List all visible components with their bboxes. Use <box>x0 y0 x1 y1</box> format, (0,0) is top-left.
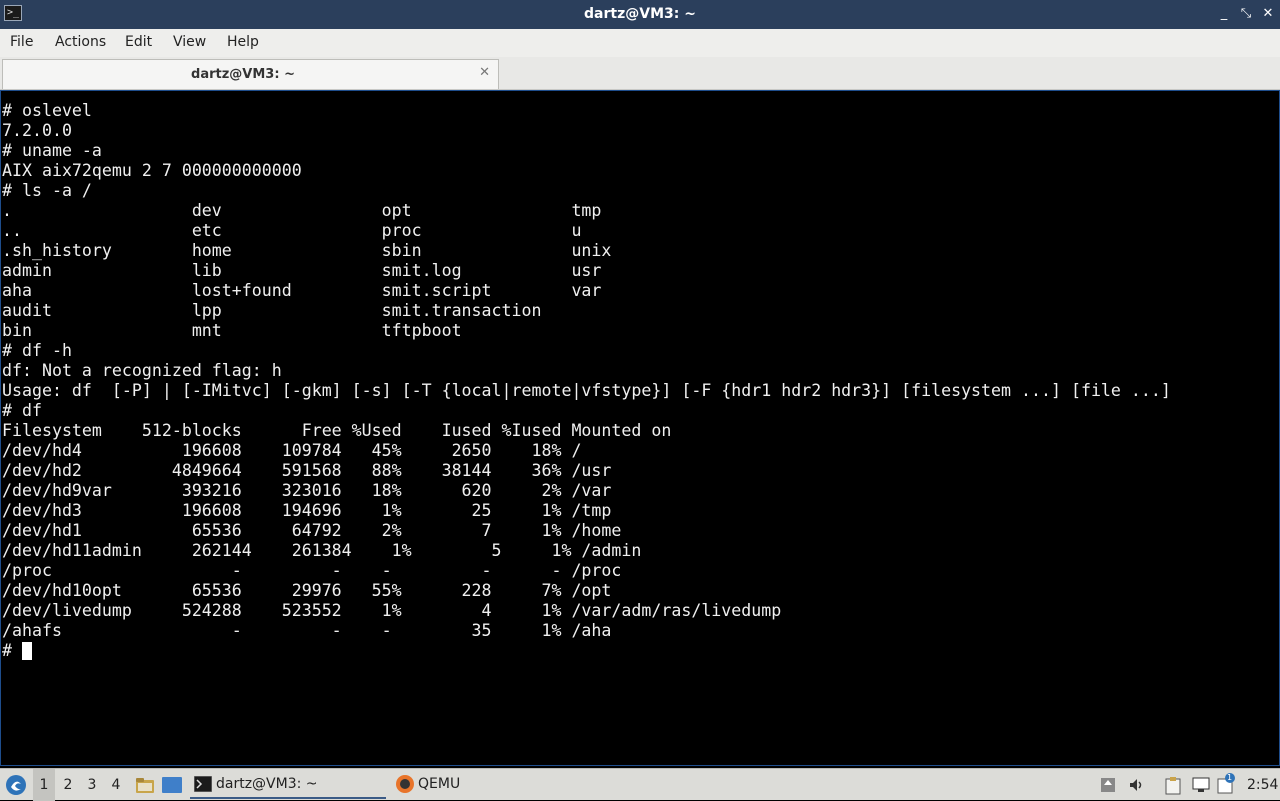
tab-terminal[interactable]: dartz@VM3: ~ ✕ <box>2 59 499 89</box>
menu-bar: File Actions Edit View Help <box>0 29 1280 57</box>
workspace-2[interactable]: 2 <box>57 769 79 801</box>
restore-button[interactable]: ⤡ <box>1236 4 1256 24</box>
terminal-cursor <box>22 642 32 660</box>
window-title: dartz@VM3: ~ <box>584 6 696 22</box>
taskbar-task-terminal[interactable]: dartz@VM3: ~ <box>190 771 386 799</box>
workspace-3[interactable]: 3 <box>81 769 103 801</box>
menu-actions[interactable]: Actions <box>55 34 106 50</box>
terminal-icon <box>194 776 212 792</box>
folder-icon <box>136 778 154 793</box>
network-icon[interactable] <box>1192 777 1210 797</box>
tab-close-icon[interactable]: ✕ <box>479 65 490 80</box>
qemu-icon <box>396 775 414 793</box>
window-titlebar[interactable]: >_ dartz@VM3: ~ _ ⤡ ✕ <box>0 0 1280 29</box>
notifications-icon[interactable]: 1 <box>1216 773 1236 799</box>
close-button[interactable]: ✕ <box>1258 4 1278 24</box>
tab-bar: dartz@VM3: ~ ✕ <box>0 57 1280 90</box>
clipboard-icon[interactable] <box>1164 777 1182 799</box>
tray-updates-icon[interactable] <box>1100 777 1116 797</box>
terminal-output: # oslevel 7.2.0.0 # uname -a AIX aix72qe… <box>2 101 1171 660</box>
taskbar: 1 2 3 4 dartz@VM3: ~ QEMU 1 2:54 <box>0 768 1280 801</box>
task-label: dartz@VM3: ~ <box>216 776 318 792</box>
menu-file[interactable]: File <box>10 34 33 50</box>
notification-badge: 1 <box>1227 773 1233 782</box>
menu-help[interactable]: Help <box>227 34 259 50</box>
workspace-1[interactable]: 1 <box>33 769 55 801</box>
menu-view[interactable]: View <box>173 34 206 50</box>
clock[interactable]: 2:54 <box>1247 769 1278 801</box>
task-label: QEMU <box>418 776 461 792</box>
distro-logo-icon <box>6 775 26 795</box>
volume-icon[interactable] <box>1128 777 1144 797</box>
file-manager-launcher[interactable] <box>134 769 156 801</box>
tab-label: dartz@VM3: ~ <box>191 67 295 82</box>
menu-edit[interactable]: Edit <box>125 34 152 50</box>
workspace-4[interactable]: 4 <box>105 769 127 801</box>
taskbar-task-qemu[interactable]: QEMU <box>392 771 588 799</box>
desktop-icon <box>162 777 182 793</box>
minimize-button[interactable]: _ <box>1214 4 1234 24</box>
show-desktop-button[interactable] <box>160 769 184 801</box>
start-menu-button[interactable] <box>4 769 28 801</box>
